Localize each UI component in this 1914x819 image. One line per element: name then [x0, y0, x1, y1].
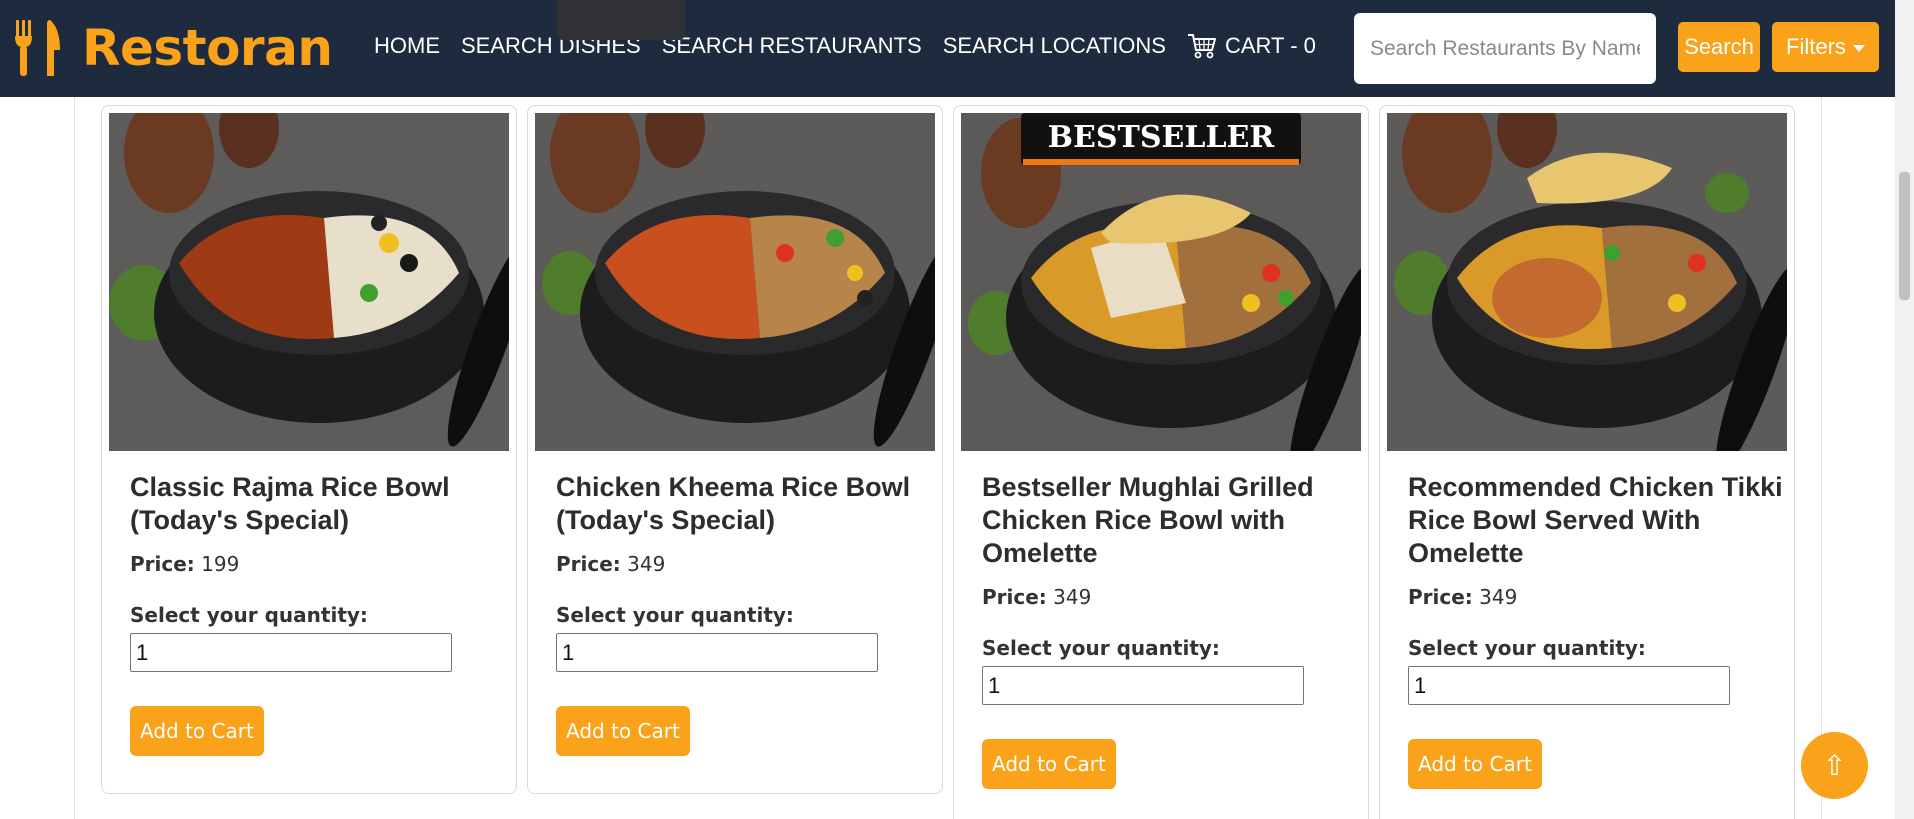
top-navbar: Restoran HOME SEARCH DISHES SEARCH RESTA…	[0, 0, 1895, 97]
fork-knife-icon	[15, 20, 60, 76]
product-card: Chicken Kheema Rice Bowl (Today's Specia…	[527, 105, 943, 794]
nav-search-restaurants[interactable]: SEARCH RESTAURANTS	[662, 33, 922, 59]
add-to-cart-button[interactable]: Add to Cart	[130, 706, 264, 756]
bestseller-badge: BESTSELLER	[1048, 120, 1276, 155]
filters-label: Filters	[1786, 34, 1846, 59]
price-value: 349	[1053, 585, 1092, 609]
product-grid: Classic Rajma Rice Bowl (Today's Special…	[74, 97, 1822, 819]
quantity-input[interactable]	[556, 633, 878, 672]
product-card-body: Recommended Chicken Tikki Rice Bowl Serv…	[1408, 471, 1788, 789]
price-label: Price:	[1408, 585, 1473, 609]
price-value: 199	[201, 552, 240, 576]
cart-count-label: CART - 0	[1225, 33, 1316, 58]
product-price: Price: 199	[130, 552, 510, 576]
price-label: Price:	[982, 585, 1047, 609]
product-card-body: Chicken Kheema Rice Bowl (Today's Specia…	[556, 471, 936, 756]
nav-search-locations[interactable]: SEARCH LOCATIONS	[943, 33, 1166, 59]
quantity-input[interactable]	[1408, 666, 1730, 705]
quantity-label: Select your quantity:	[1408, 636, 1646, 660]
nav-cart[interactable]: CART - 0	[1187, 32, 1316, 60]
partially-hidden-button	[557, 0, 685, 40]
up-arrow-icon: ⇧	[1822, 749, 1847, 782]
product-image-chicken-tikki-bowl	[1387, 113, 1787, 451]
quantity-input[interactable]	[130, 633, 452, 672]
search-button[interactable]: Search	[1678, 22, 1760, 72]
caret-down-icon	[1852, 44, 1865, 52]
product-card-body: Classic Rajma Rice Bowl (Today's Special…	[130, 471, 510, 756]
product-card-body: Bestseller Mughlai Grilled Chicken Rice …	[982, 471, 1362, 789]
shopping-cart-icon	[1188, 34, 1216, 59]
price-value: 349	[627, 552, 666, 576]
product-card: BESTSELLER Bestseller Mughlai Grilled Ch…	[953, 105, 1369, 819]
quantity-label: Select your quantity:	[556, 603, 794, 627]
main-nav: HOME SEARCH DISHES SEARCH RESTAURANTS SE…	[374, 32, 1337, 60]
product-price: Price: 349	[1408, 585, 1788, 609]
brand-name: Restoran	[82, 19, 333, 77]
product-price: Price: 349	[982, 585, 1362, 609]
search-restaurants-input[interactable]	[1354, 13, 1656, 84]
add-to-cart-button[interactable]: Add to Cart	[982, 739, 1116, 789]
product-title: Bestseller Mughlai Grilled Chicken Rice …	[982, 472, 1314, 568]
scrollbar-thumb[interactable]	[1899, 172, 1910, 300]
page-scrollbar[interactable]	[1895, 0, 1914, 819]
brand-logo[interactable]: Restoran	[14, 18, 333, 78]
nav-home[interactable]: HOME	[374, 33, 440, 59]
quantity-input[interactable]	[982, 666, 1304, 705]
product-card: Classic Rajma Rice Bowl (Today's Special…	[101, 105, 517, 794]
quantity-label: Select your quantity:	[130, 603, 368, 627]
product-image-rajma-rice-bowl	[109, 113, 509, 451]
price-value: 349	[1479, 585, 1518, 609]
filters-dropdown-button[interactable]: Filters	[1772, 22, 1879, 72]
product-price: Price: 349	[556, 552, 936, 576]
scroll-to-top-button[interactable]: ⇧	[1801, 732, 1868, 799]
quantity-label: Select your quantity:	[982, 636, 1220, 660]
product-title: Classic Rajma Rice Bowl (Today's Special…	[130, 472, 450, 535]
price-label: Price:	[130, 552, 195, 576]
product-image-mughlai-chicken-bowl: BESTSELLER	[961, 113, 1361, 451]
add-to-cart-button[interactable]: Add to Cart	[1408, 739, 1542, 789]
product-image-kheema-rice-bowl	[535, 113, 935, 451]
product-title: Chicken Kheema Rice Bowl (Today's Specia…	[556, 472, 911, 535]
price-label: Price:	[556, 552, 621, 576]
product-title: Recommended Chicken Tikki Rice Bowl Serv…	[1408, 472, 1783, 568]
add-to-cart-button[interactable]: Add to Cart	[556, 706, 690, 756]
product-card: Recommended Chicken Tikki Rice Bowl Serv…	[1379, 105, 1795, 819]
